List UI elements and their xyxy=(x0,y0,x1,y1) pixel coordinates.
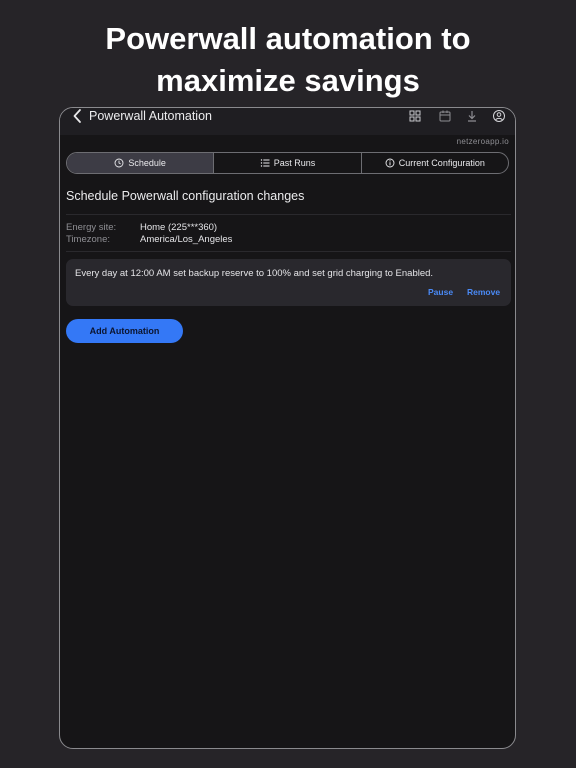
grid-icon[interactable] xyxy=(408,109,422,123)
list-icon xyxy=(260,159,270,167)
timezone-label: Timezone: xyxy=(66,234,110,245)
headline-line-2: maximize savings xyxy=(156,63,420,98)
remove-button[interactable]: Remove xyxy=(467,287,500,297)
chevron-left-icon[interactable] xyxy=(70,108,86,124)
domain-label: netzeroapp.io xyxy=(456,137,509,146)
tab-current-configuration[interactable]: Current Configuration xyxy=(362,153,508,173)
calendar-icon[interactable] xyxy=(438,109,452,123)
tab-bar: Schedule Past Runs Current Configuration xyxy=(66,152,509,174)
automation-card: Every day at 12:00 AM set backup reserve… xyxy=(66,259,511,306)
page-title: Powerwall Automation xyxy=(89,109,212,123)
energy-site-value: Home (225***360) xyxy=(140,222,218,233)
tab-label: Schedule xyxy=(128,158,166,168)
tab-label: Current Configuration xyxy=(398,158,485,168)
promo-headline: Powerwall automation to maximize savings xyxy=(0,18,576,102)
tab-schedule[interactable]: Schedule xyxy=(67,153,215,173)
headline-line-1: Powerwall automation to xyxy=(105,21,471,56)
download-icon[interactable] xyxy=(465,109,479,123)
add-automation-label: Add Automation xyxy=(89,326,160,336)
section-title: Schedule Powerwall configuration changes xyxy=(66,189,305,203)
energy-site-label: Energy site: xyxy=(66,222,117,233)
clock-icon xyxy=(114,158,124,168)
add-automation-button[interactable]: Add Automation xyxy=(66,319,183,343)
divider xyxy=(66,251,511,252)
info-icon xyxy=(385,158,395,168)
timezone-value: America/Los_Angeles xyxy=(140,234,233,245)
divider xyxy=(66,214,511,215)
automation-description: Every day at 12:00 AM set backup reserve… xyxy=(75,268,434,279)
pause-button[interactable]: Pause xyxy=(428,287,453,297)
app-window: Powerwall Automation netzeroapp.io Sched… xyxy=(59,107,516,749)
account-icon[interactable] xyxy=(492,109,506,123)
navigation-bar: Powerwall Automation xyxy=(60,108,515,135)
tab-label: Past Runs xyxy=(273,158,316,168)
tab-past-runs[interactable]: Past Runs xyxy=(214,153,362,173)
